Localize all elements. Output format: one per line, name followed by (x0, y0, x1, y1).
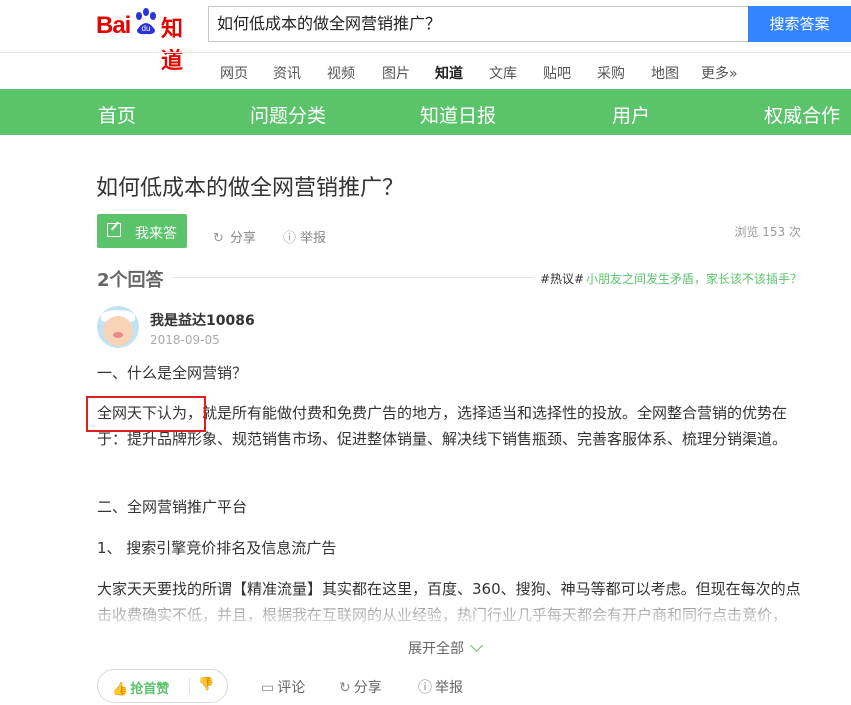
report-label: 举报 (435, 680, 463, 696)
baidu-zhidao-logo[interactable]: Bai du 知道 (96, 6, 201, 74)
question-title: 如何低成本的做全网营销推广？ (96, 176, 405, 201)
topnav-item-more[interactable]: 更多» (701, 63, 738, 83)
share-answer-button[interactable]: ↻ 分享 (339, 677, 382, 697)
like-button[interactable]: 👍 抢首赞 (112, 678, 169, 697)
content-fade (0, 598, 851, 638)
divider (189, 678, 190, 694)
expand-label: 展开全部 (408, 641, 464, 657)
mainnav-partners[interactable]: 权威合作 (764, 101, 840, 128)
answer-date: 2018-09-05 (150, 333, 220, 347)
view-count: 浏览 153 次 (734, 225, 801, 239)
paw-icon: du (136, 8, 156, 35)
vote-group: 👍 抢首赞 👎 (97, 669, 228, 703)
comment-icon: ▭ (261, 680, 275, 696)
topnav-item-webpage[interactable]: 网页 (220, 63, 248, 83)
share-label: 分享 (230, 231, 257, 246)
topnav-item-wenku[interactable]: 文库 (489, 63, 517, 83)
search-input[interactable]: 如何低成本的做全网营销推广？ (208, 6, 749, 42)
share-icon: ↻ (339, 680, 351, 696)
top-nav: 网页 资讯 视频 图片 知道 文库 贴吧 采购 地图 更多» (0, 52, 851, 93)
report-icon: ⓘ (418, 680, 432, 696)
topnav-item-map[interactable]: 地图 (651, 63, 679, 83)
logo-bai-text: Bai (96, 12, 131, 39)
search-button[interactable]: 搜索答案 (748, 6, 851, 42)
main-nav: 首页 问题分类 知道日报 用户 权威合作 (0, 89, 851, 135)
answer-username[interactable]: 我是益达10086 (150, 310, 255, 330)
mainnav-home[interactable]: 首页 (98, 101, 136, 128)
logo-du-text: du (142, 24, 151, 33)
answer-button-label: 我来答 (135, 226, 177, 242)
hot-topic-link[interactable]: 小朋友之间发生矛盾，家长该不该插手？ (586, 270, 802, 287)
answer-paragraph: 二、全网营销推广平台 (97, 498, 248, 516)
topnav-item-caigou[interactable]: 采购 (597, 63, 625, 83)
topnav-item-image[interactable]: 图片 (382, 63, 410, 83)
share-label: 分享 (353, 680, 382, 696)
share-question-button[interactable]: ↻ 分享 (213, 227, 256, 246)
share-icon: ↻ (213, 231, 224, 246)
edit-icon (107, 223, 121, 237)
dislike-button[interactable]: 👎 (198, 677, 214, 692)
topnav-item-news[interactable]: 资讯 (273, 63, 301, 83)
answer-button[interactable]: 我来答 (97, 214, 187, 248)
thumbs-up-icon: 👍 (112, 682, 129, 697)
mainnav-users[interactable]: 用户 (612, 101, 650, 128)
answer-paragraph: 一、什么是全网营销？ (97, 364, 248, 382)
report-label: 举报 (300, 231, 327, 246)
expand-all-button[interactable]: 展开全部 (408, 638, 483, 658)
comment-button[interactable]: ▭ 评论 (261, 677, 305, 697)
topnav-item-video[interactable]: 视频 (327, 63, 355, 83)
thumbs-down-icon: 👎 (198, 677, 215, 692)
answer-paragraph: 1、 搜索引擎竞价排名及信息流广告 (97, 539, 337, 557)
chevron-down-icon (470, 639, 483, 652)
topnav-item-tieba[interactable]: 贴吧 (543, 63, 571, 83)
hot-topic-tag[interactable]: #热议# (540, 270, 584, 287)
divider (172, 277, 534, 278)
mainnav-categories[interactable]: 问题分类 (250, 101, 326, 128)
report-answer-button[interactable]: ⓘ 举报 (418, 677, 463, 697)
report-question-button[interactable]: ⓘ 举报 (283, 227, 326, 246)
answer-count: 2个回答 (97, 270, 164, 291)
comment-label: 评论 (277, 680, 306, 696)
topnav-item-zhidao[interactable]: 知道 (433, 63, 465, 93)
avatar[interactable] (97, 306, 139, 348)
report-icon: ⓘ (283, 231, 297, 246)
mainnav-daily[interactable]: 知道日报 (420, 101, 496, 128)
like-label: 抢首赞 (130, 682, 170, 697)
highlight-box (86, 396, 206, 432)
